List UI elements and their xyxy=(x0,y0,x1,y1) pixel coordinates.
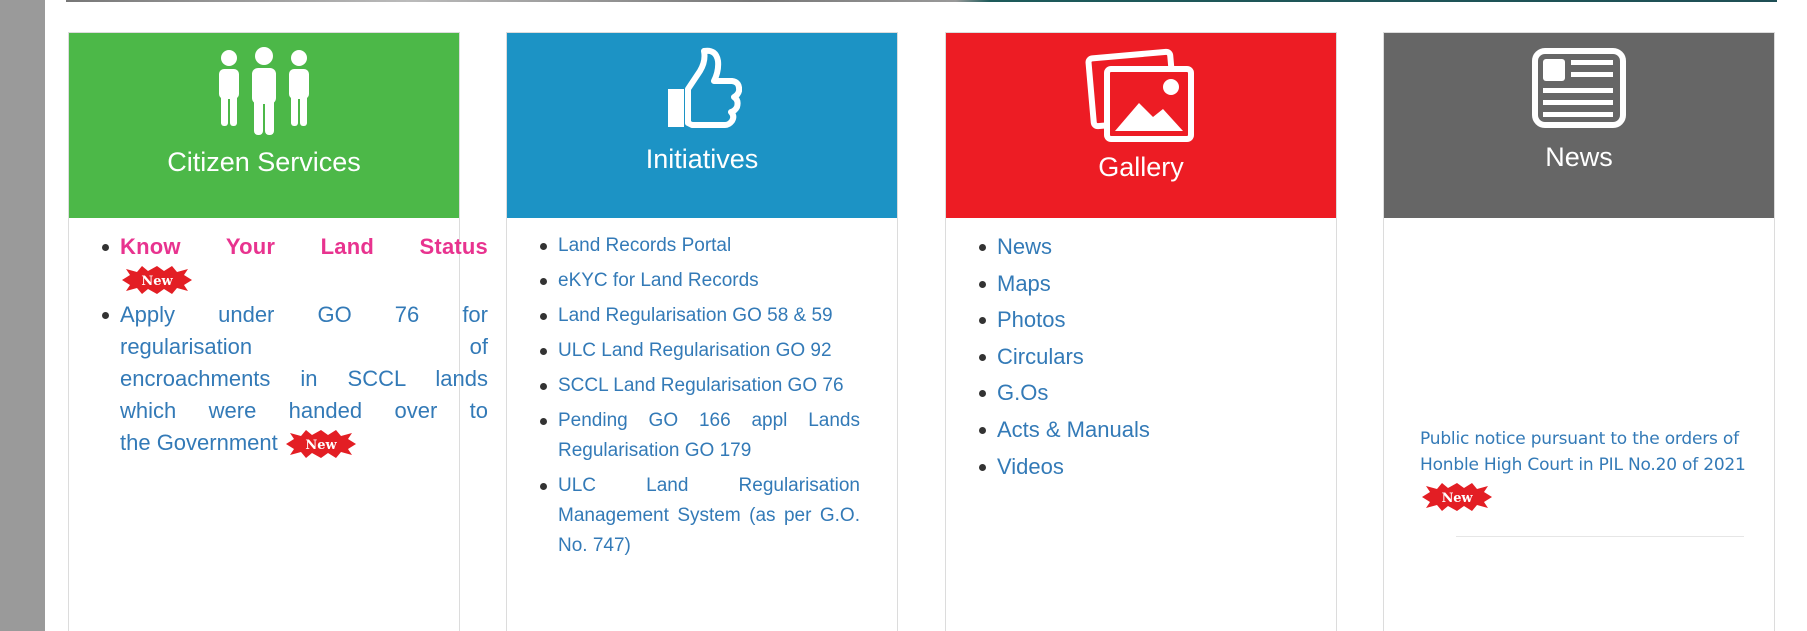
list-item[interactable]: Acts & Manuals xyxy=(979,414,1297,446)
list-item[interactable]: Photos xyxy=(979,304,1297,336)
people-group-icon xyxy=(219,47,309,135)
top-banner-strip xyxy=(66,0,1777,2)
list-item[interactable]: ULC Land Regularisation GO 92 xyxy=(540,336,860,366)
list-item[interactable]: Apply under GO 76 for regularisation of … xyxy=(102,299,492,459)
apply-go76-link[interactable]: the Government xyxy=(120,430,278,455)
panel-title: News xyxy=(1545,142,1613,172)
list-item[interactable]: Maps xyxy=(979,268,1297,300)
initiatives-header[interactable]: Initiatives xyxy=(507,33,897,218)
list-item[interactable]: Know Your Land Status New xyxy=(102,231,492,295)
news-panel: News Public notice pursuant to the order… xyxy=(1383,32,1775,631)
panel-title: Gallery xyxy=(1098,152,1184,182)
svg-text:New: New xyxy=(305,438,337,453)
images-icon xyxy=(1085,48,1194,142)
panel-title: Citizen Services xyxy=(167,147,361,177)
citizen-services-list: Know Your Land Status New Apply under GO… xyxy=(102,231,492,463)
news-header[interactable]: News xyxy=(1384,33,1774,218)
list-item[interactable]: Land Regularisation GO 58 & 59 xyxy=(540,301,860,331)
list-item[interactable]: ULC Land Regularisation Management Syste… xyxy=(540,471,860,561)
initiatives-list: Land Records Portal eKYC for Land Record… xyxy=(540,231,860,566)
list-item[interactable]: Circulars xyxy=(979,341,1297,373)
newspaper-icon xyxy=(1532,48,1626,128)
new-badge-icon: New xyxy=(120,265,194,295)
citizen-services-header[interactable]: Citizen Services xyxy=(69,33,459,218)
new-badge-icon: New xyxy=(1420,482,1494,512)
svg-text:New: New xyxy=(141,274,173,289)
initiatives-panel: Initiatives Land Records Portal eKYC for… xyxy=(506,32,898,631)
citizen-services-panel: Citizen Services Know Your Land Status N… xyxy=(68,32,488,631)
list-item[interactable]: Videos xyxy=(979,451,1297,483)
know-your-land-status-link[interactable]: Know Your Land Status xyxy=(120,231,488,263)
list-item[interactable]: SCCL Land Regularisation GO 76 xyxy=(540,371,860,401)
thumbs-up-icon xyxy=(668,47,742,128)
list-item[interactable]: News xyxy=(979,231,1297,263)
new-badge-icon: New xyxy=(284,429,358,459)
list-item[interactable]: G.Os xyxy=(979,377,1297,409)
gallery-list: News Maps Photos Circulars G.Os Acts & M… xyxy=(979,231,1297,487)
list-item[interactable]: eKYC for Land Records xyxy=(540,266,860,296)
gallery-header[interactable]: Gallery xyxy=(946,33,1336,218)
panel-title: Initiatives xyxy=(645,144,759,174)
divider xyxy=(1456,536,1744,537)
svg-text:New: New xyxy=(1442,491,1474,506)
list-item[interactable]: Land Records Portal xyxy=(540,231,860,261)
gallery-panel: Gallery News Maps Photos Circulars G.Os … xyxy=(945,32,1337,631)
list-item[interactable]: Pending GO 166 appl Lands Regularisation… xyxy=(540,406,860,466)
news-notice-link[interactable]: Public notice pursuant to the orders of … xyxy=(1420,426,1780,512)
